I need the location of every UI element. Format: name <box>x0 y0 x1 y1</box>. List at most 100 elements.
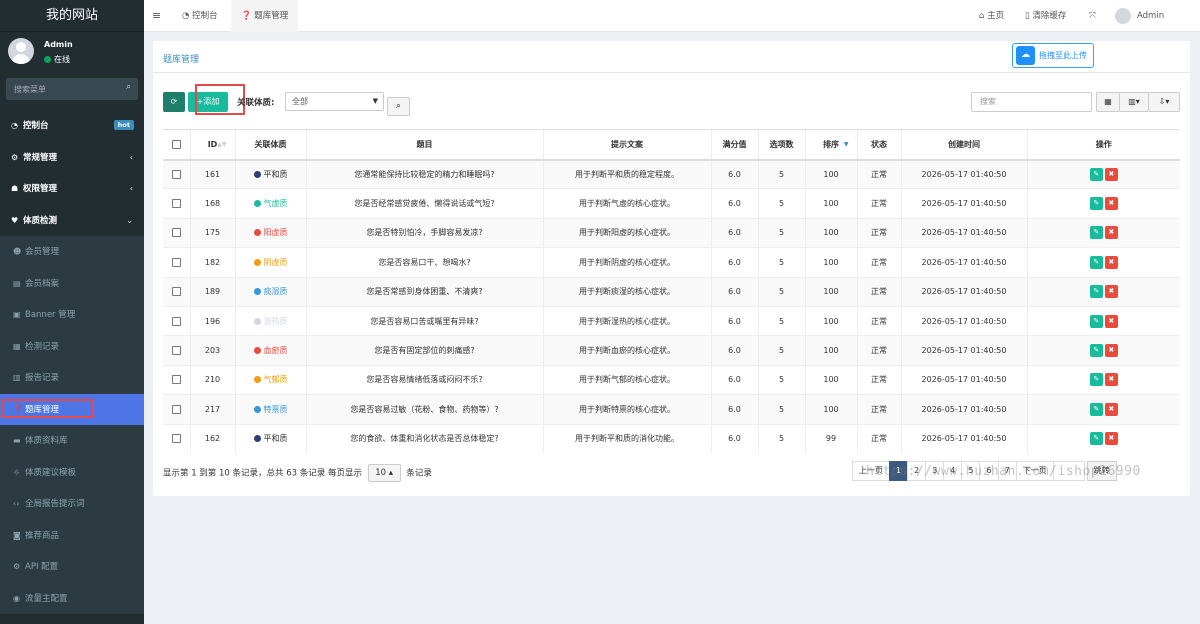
edit-icon[interactable]: ✎ <box>1089 167 1103 181</box>
edit-icon[interactable]: ✎ <box>1089 197 1103 211</box>
delete-icon[interactable]: ✖ <box>1104 285 1118 299</box>
sidebar-item-15[interactable]: ◉ 流量主配置 <box>0 582 144 614</box>
delete-icon[interactable]: ✖ <box>1104 344 1118 358</box>
menu-toggle-icon[interactable]: ≡ <box>152 9 161 22</box>
edit-icon[interactable]: ✎ <box>1089 314 1103 328</box>
tab-question-bank[interactable]: ❓ 题库管理 <box>231 0 299 32</box>
sidebar-search-input[interactable]: 搜索菜单 ⌕ <box>6 78 138 100</box>
edit-icon[interactable]: ✎ <box>1089 226 1103 240</box>
clear-cache-button[interactable]: ▯ 清除缓存 <box>1025 0 1066 32</box>
delete-icon[interactable]: ✖ <box>1104 197 1118 211</box>
row-checkbox-cell[interactable] <box>163 423 190 454</box>
cell-id: 189 <box>189 276 235 307</box>
cell-option-count: 5 <box>757 158 805 189</box>
col-sort[interactable]: 排序 ▼ <box>804 129 857 161</box>
row-checkbox-cell[interactable] <box>163 217 190 248</box>
sidebar-item-4[interactable]: ☻ 会员管理 <box>0 236 144 268</box>
home-link[interactable]: ⌂ 主页 <box>979 0 1004 32</box>
delete-icon[interactable]: ✖ <box>1104 402 1118 416</box>
row-checkbox-cell[interactable] <box>163 188 190 219</box>
edit-icon[interactable]: ✎ <box>1089 255 1103 269</box>
constitution-filter-select[interactable]: 全部 ▼ <box>285 92 384 111</box>
row-checkbox[interactable] <box>171 375 181 385</box>
row-checkbox[interactable] <box>171 199 181 209</box>
table-row[interactable]: 217 特禀质 您是否容易过敏（花粉、食物、药物等）? 用于判断特禀的核心症状。 6.0… <box>163 394 1180 425</box>
table-row[interactable]: 162 平和质 您的食欲、体重和消化状态是否总体稳定? 用于判断平和质的消化功能。 6.… <box>163 423 1180 454</box>
row-checkbox[interactable] <box>171 434 181 444</box>
row-checkbox[interactable] <box>171 404 181 414</box>
table-row[interactable]: 175 阳虚质 您是否特别怕冷，手脚容易发凉? 用于判断阳虚的核心症状。 6.0 5 100… <box>163 217 1180 248</box>
edit-icon[interactable]: ✎ <box>1089 285 1103 299</box>
row-checkbox[interactable] <box>171 287 181 297</box>
cell-created: 2026-05-17 01:40:50 <box>900 247 1027 278</box>
table-row[interactable]: 196 湿热质 您是否容易口苦或嘴里有异味? 用于判断湿热的核心症状。 6.0 5 100 正… <box>163 305 1180 336</box>
sidebar-item-0[interactable]: ◔ 控制台 hot <box>0 110 144 142</box>
sidebar-item-3[interactable]: ♥ 体质检测 ⌄ <box>0 205 144 237</box>
navbar-user-name[interactable]: Admin <box>1137 0 1164 32</box>
sidebar-item-2[interactable]: ☗ 权限管理 ‹ <box>0 173 144 205</box>
table-row[interactable]: 182 阴虚质 您是否容易口干、想喝水? 用于判断阴虚的核心症状。 6.0 5 100 正常 2… <box>163 247 1180 278</box>
row-checkbox-cell[interactable] <box>163 247 190 278</box>
shopping-bag-icon: ◙ <box>13 530 21 540</box>
edit-icon[interactable]: ✎ <box>1089 373 1103 387</box>
search-icon[interactable]: ⌕ <box>126 82 131 92</box>
row-checkbox-cell[interactable] <box>163 276 190 307</box>
row-checkbox-cell[interactable] <box>163 335 190 366</box>
col-id[interactable]: ID ▲▼ <box>189 129 235 161</box>
pagination-info: 显示第 1 到第 10 条记录，总共 63 条记录 每页显示 10 ▴ 条记录 <box>163 464 432 482</box>
delete-icon[interactable]: ✖ <box>1104 226 1118 240</box>
row-checkbox-cell[interactable] <box>163 394 190 425</box>
refresh-button[interactable]: ⟳ <box>163 92 185 112</box>
sidebar-item-14[interactable]: ⚙ API 配置 <box>0 551 144 583</box>
delete-icon[interactable]: ✖ <box>1104 432 1118 446</box>
tab-dashboard[interactable]: ◔ 控制台 <box>172 0 228 32</box>
page-size-select[interactable]: 10 ▴ <box>367 464 401 482</box>
row-checkbox[interactable] <box>171 228 181 238</box>
sidebar-item-12[interactable]: ‹› 全局报告提示词 <box>0 488 144 520</box>
select-all-checkbox[interactable] <box>171 139 181 149</box>
table-row[interactable]: 210 气郁质 您是否容易情绪低落或闷闷不乐? 用于判断气郁的核心症状。 6.0 5 100… <box>163 364 1180 395</box>
fullscreen-icon[interactable]: ⤧ <box>1089 0 1096 32</box>
edit-icon[interactable]: ✎ <box>1089 432 1103 446</box>
edit-icon[interactable]: ✎ <box>1089 344 1103 358</box>
columns-button[interactable]: ▥▾ <box>1119 92 1149 112</box>
delete-icon[interactable]: ✖ <box>1104 373 1118 387</box>
navbar-avatar[interactable] <box>1115 8 1131 24</box>
export-button[interactable]: ⇩▾ <box>1148 92 1180 112</box>
site-logo[interactable]: 我的网站 <box>0 0 144 32</box>
sidebar-item-10[interactable]: ▬ 体质资料库 <box>0 425 144 457</box>
table-row[interactable]: 168 气虚质 您是否经常感觉疲倦、懒得说话或气短? 用于判断气虚的核心症状。 6.0 5… <box>163 188 1180 219</box>
table-row[interactable]: 189 痰湿质 您是否常感到身体困重、不清爽? 用于判断痰湿的核心症状。 6.0 5 100… <box>163 276 1180 307</box>
col-hint: 提示文案 <box>542 129 711 161</box>
sidebar: 我的网站 Admin 在线 搜索菜单 ⌕ ◔ 控制台 hot ⚙ 常规管理 ‹ ☗ 权限管理 ‹… <box>0 0 144 624</box>
sidebar-item-5[interactable]: ▤ 会员档案 <box>0 267 144 299</box>
row-checkbox-cell[interactable] <box>163 158 190 189</box>
row-checkbox-cell[interactable] <box>163 305 190 336</box>
row-checkbox[interactable] <box>171 169 181 179</box>
cell-constitution: 平和质 <box>234 423 306 454</box>
table-search-input[interactable]: 搜索 <box>971 92 1092 112</box>
row-checkbox[interactable] <box>171 257 181 267</box>
edit-icon[interactable]: ✎ <box>1089 402 1103 416</box>
sidebar-item-1[interactable]: ⚙ 常规管理 ‹ <box>0 142 144 174</box>
row-checkbox[interactable] <box>171 346 181 356</box>
table-row[interactable]: 161 平和质 您通常能保持比较稳定的精力和睡眠吗? 用于判断平和质的稳定程度。 6.0… <box>163 158 1180 189</box>
select-all-checkbox-cell[interactable] <box>163 129 190 161</box>
drag-upload-button[interactable]: ☁ 拖拽至此上传 <box>1012 43 1094 68</box>
table-row[interactable]: 203 血瘀质 您是否有固定部位的刺痛感? 用于判断血瘀的核心症状。 6.0 5 100 正常… <box>163 335 1180 366</box>
sidebar-item-11[interactable]: ☼ 体质建议模板 <box>0 456 144 488</box>
sidebar-item-6[interactable]: ▣ Banner 管理 <box>0 299 144 331</box>
delete-icon[interactable]: ✖ <box>1104 167 1118 181</box>
delete-icon[interactable]: ✖ <box>1104 255 1118 269</box>
sidebar-item-8[interactable]: ▥ 报告记录 <box>0 362 144 394</box>
row-checkbox-cell[interactable] <box>163 364 190 395</box>
row-checkbox[interactable] <box>171 316 181 326</box>
toggle-view-button[interactable]: ▦ <box>1096 92 1120 112</box>
sidebar-item-13[interactable]: ◙ 推荐商品 <box>0 519 144 551</box>
sidebar-item-7[interactable]: ▦ 检测记录 <box>0 330 144 362</box>
search-icon: ⌕ <box>395 101 402 111</box>
filter-search-button[interactable]: ⌕ <box>387 97 410 116</box>
cell-sort: 100 <box>804 335 857 366</box>
delete-icon[interactable]: ✖ <box>1104 314 1118 328</box>
sidebar-item-label: 控制台 <box>23 121 49 131</box>
